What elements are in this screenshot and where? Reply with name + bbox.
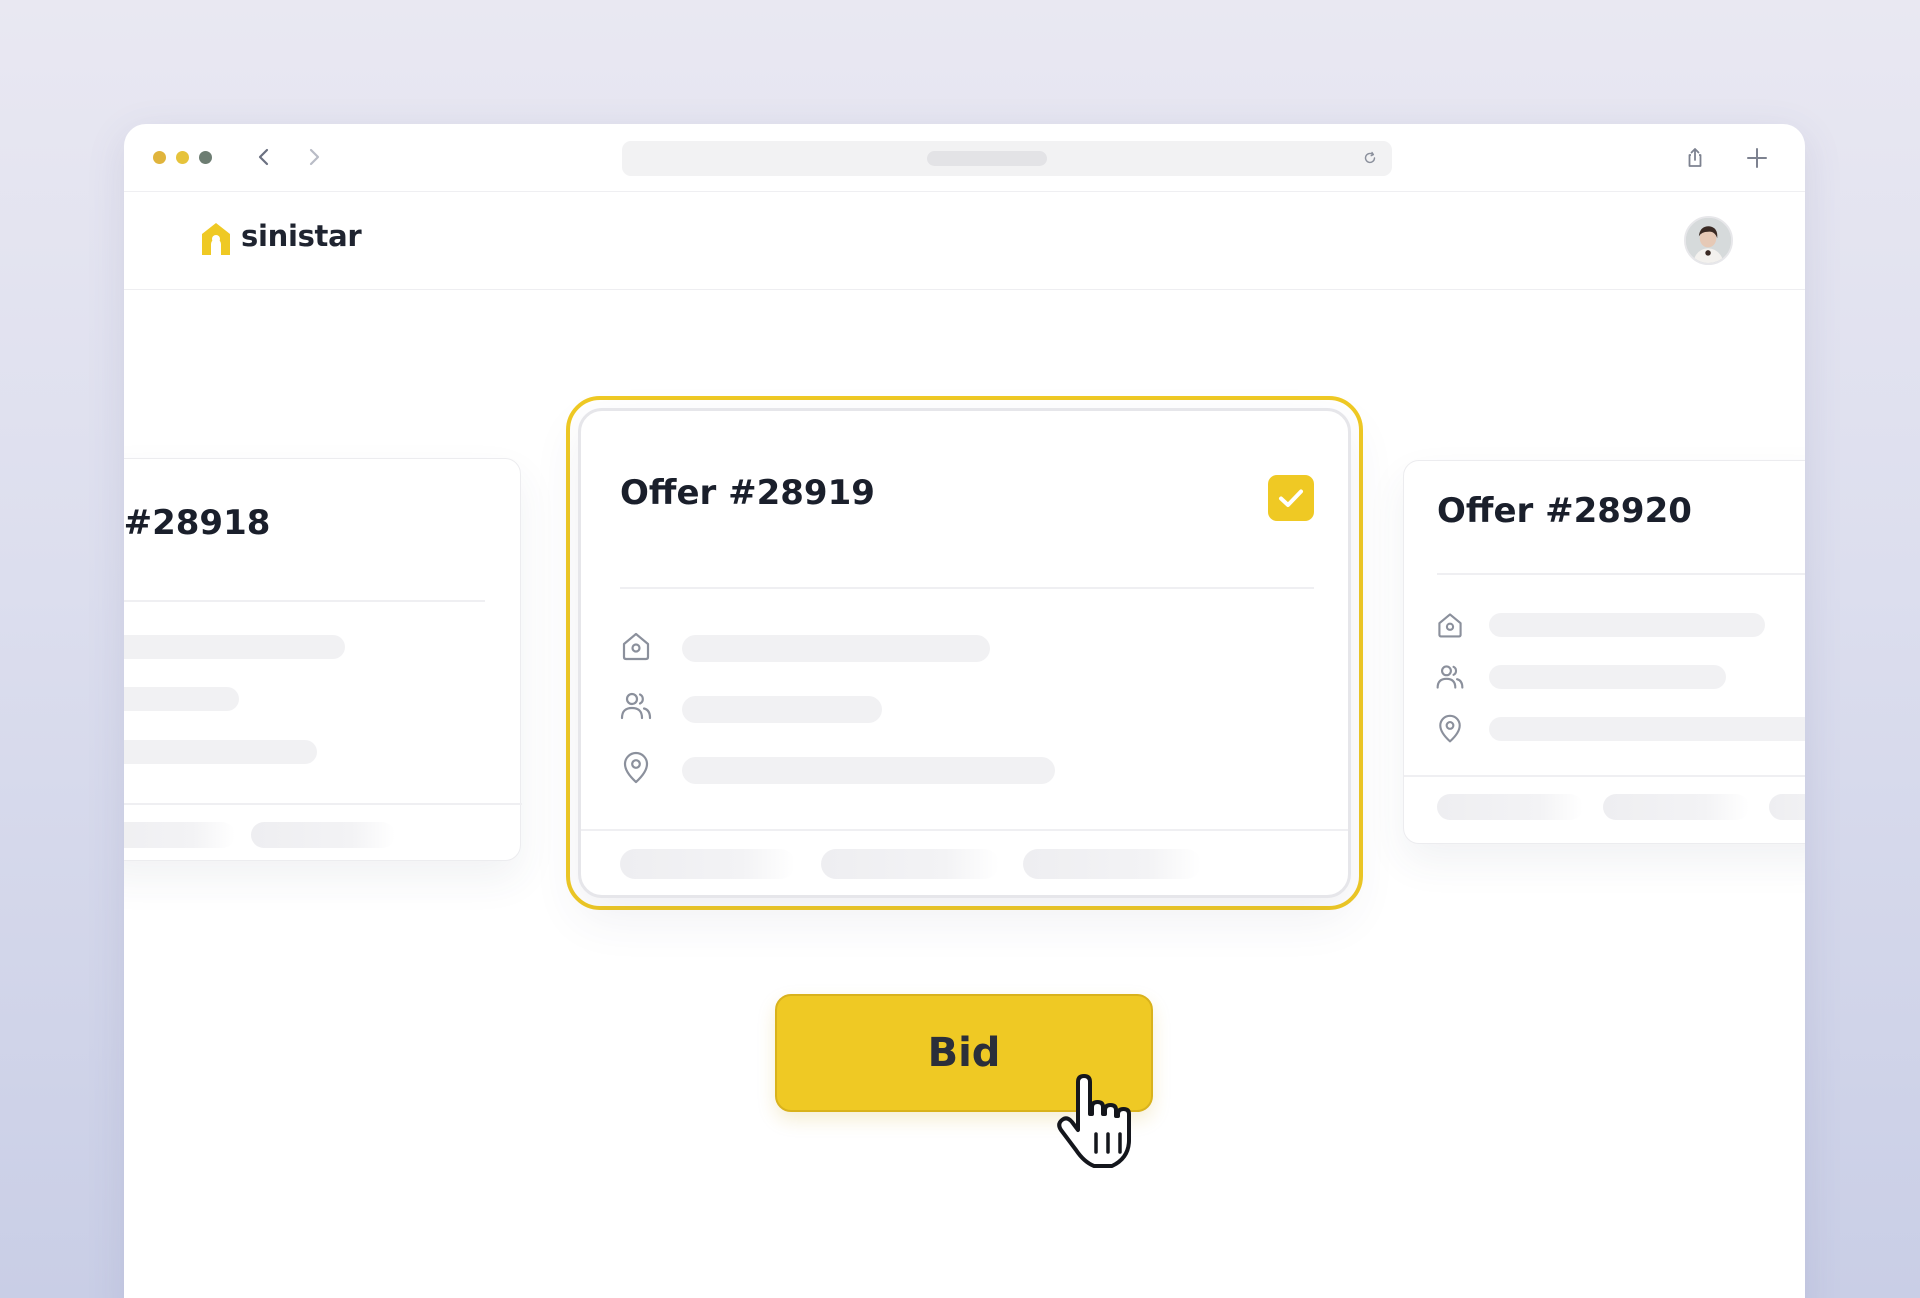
placeholder-line [682,757,1055,784]
user-avatar[interactable] [1684,216,1733,265]
offer-title: Offer #28919 [620,473,875,513]
zoom-window-button[interactable] [199,151,212,164]
placeholder-line [1489,665,1726,689]
background-canvas: sinistar r #28918 [0,0,1920,1298]
browser-toolbar [124,124,1805,192]
users-icon [620,692,652,720]
card-footer-divider [124,803,522,805]
app-header: sinistar [124,192,1805,290]
placeholder-line [124,740,317,764]
offer-title: r #28918 [124,503,271,543]
placeholder-tag [1603,794,1749,820]
placeholder-line [124,635,345,659]
placeholder-line [682,696,882,723]
hand-pointer-icon [1057,1074,1131,1168]
placeholder-tag [124,822,235,848]
users-icon [1436,665,1464,689]
address-bar[interactable] [622,141,1392,176]
card-divider [1437,573,1805,575]
placeholder-line [1489,717,1805,741]
placeholder-line [1489,613,1765,637]
placeholder-tag [821,849,999,879]
placeholder-tag [1437,794,1583,820]
location-pin-icon [1439,714,1461,743]
placeholder-tag [251,822,395,848]
house-pin-icon [202,223,230,255]
minimize-window-button[interactable] [176,151,189,164]
selected-checkbox[interactable] [1268,475,1314,521]
home-icon [622,632,650,661]
reload-icon[interactable] [1362,150,1378,166]
offer-card-selected[interactable]: Offer #28919 [578,408,1351,898]
placeholder-tag [1769,794,1805,820]
card-footer-divider [1404,775,1805,777]
close-window-button[interactable] [153,151,166,164]
plus-icon[interactable] [1743,144,1771,172]
chevron-left-icon[interactable] [249,142,279,172]
placeholder-tag [1023,849,1201,879]
brand-logo-text[interactable]: sinistar [241,219,362,253]
placeholder-tag [620,849,795,879]
placeholder-line [682,635,990,662]
placeholder-line [124,687,239,711]
checkmark-icon [1279,489,1303,507]
avatar-image [1686,218,1731,263]
url-placeholder [927,151,1047,166]
home-icon [1438,613,1462,638]
offer-title: Offer #28920 [1437,491,1692,531]
card-divider [124,600,485,602]
card-divider [620,587,1314,589]
share-icon[interactable] [1681,144,1709,172]
offer-card-left[interactable]: r #28918 [124,458,522,861]
chevron-right-icon[interactable] [299,142,329,172]
offer-card-right[interactable]: Offer #28920 [1403,460,1805,844]
browser-window: sinistar r #28918 [124,124,1805,1298]
card-footer-divider [581,829,1348,831]
location-pin-icon [623,751,649,784]
